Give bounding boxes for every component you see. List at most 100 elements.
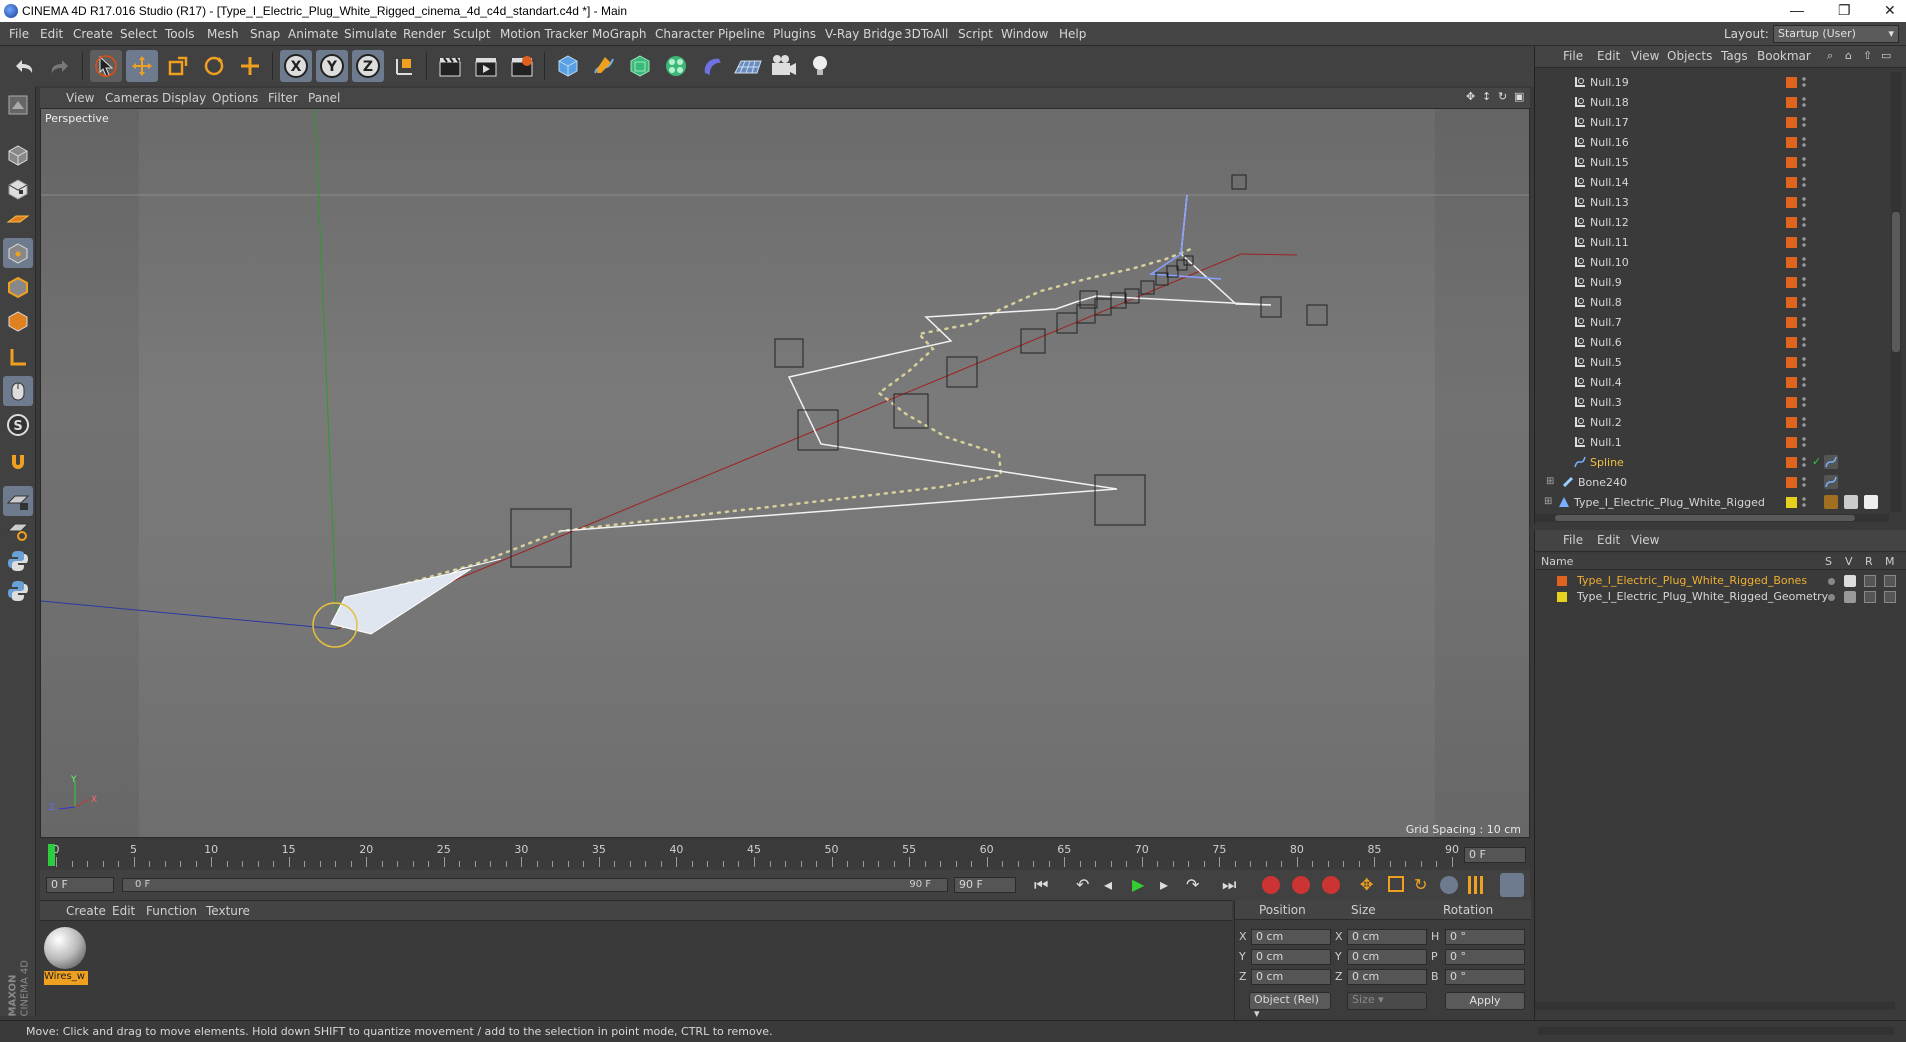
om-menu-bookmarks[interactable]: Bookmar [1757, 49, 1811, 63]
size-x-field[interactable]: 0 cm [1347, 929, 1427, 945]
menu-script[interactable]: Script [958, 27, 993, 41]
add-generator-button[interactable] [624, 50, 656, 82]
layer-color-chip[interactable] [1786, 277, 1797, 288]
visibility-dots[interactable] [1802, 476, 1806, 489]
render-toggle-icon[interactable] [1864, 575, 1876, 587]
eye-icon[interactable] [1844, 575, 1856, 587]
eye-icon[interactable] [1844, 591, 1856, 603]
object-row[interactable]: Null.5 [1540, 353, 1880, 373]
layer-color-chip[interactable] [1786, 497, 1797, 508]
vp-menu-panel[interactable]: Panel [308, 91, 340, 105]
layer-color-chip[interactable] [1786, 357, 1797, 368]
object-row[interactable]: ⊞ Bone240 [1540, 473, 1880, 493]
goto-prev-key-icon[interactable]: ↶ [1076, 875, 1089, 894]
coord-mode-select[interactable]: Object (Rel) ▾ [1249, 992, 1331, 1020]
null-handle[interactable] [774, 338, 804, 368]
rotate-view-icon[interactable]: ↻ [1498, 90, 1507, 103]
menu-snap[interactable]: Snap [250, 27, 280, 41]
layer-color-chip[interactable] [1786, 97, 1797, 108]
vp-menu-view[interactable]: View [66, 91, 94, 105]
manager-toggle-icon[interactable] [1884, 591, 1896, 603]
null-handle[interactable] [1306, 304, 1328, 326]
home-icon[interactable]: ⌂ [1845, 49, 1852, 62]
null-handle[interactable] [1020, 328, 1046, 354]
layer-color-chip[interactable] [1786, 257, 1797, 268]
layer-row[interactable]: Type_I_Electric_Plug_White_Rigged_Geomet… [1535, 590, 1906, 606]
menu-create[interactable]: Create [73, 27, 113, 41]
x-axis-lock-button[interactable]: X [280, 50, 312, 82]
layer-color-chip[interactable] [1786, 477, 1797, 488]
add-spline-button[interactable] [588, 50, 620, 82]
object-row[interactable]: Null.7 [1540, 313, 1880, 333]
menu-tools[interactable]: Tools [165, 27, 195, 41]
render-view-button[interactable] [434, 50, 466, 82]
polygons-mode-button[interactable] [3, 306, 33, 336]
layer-hscrollbar[interactable] [1535, 1002, 1895, 1010]
lock-workplane-button[interactable] [3, 486, 33, 516]
enabled-check-icon[interactable]: ✓ [1812, 455, 1821, 468]
null-handle[interactable] [1094, 474, 1146, 526]
layer-color-chip[interactable] [1786, 457, 1797, 468]
null-handle[interactable] [1140, 280, 1155, 295]
om-menu-objects[interactable]: Objects [1667, 49, 1712, 63]
zoom-view-icon[interactable]: ↕ [1482, 90, 1491, 103]
pan-view-icon[interactable]: ✥ [1466, 90, 1475, 103]
axis-mode-button[interactable] [3, 342, 33, 372]
enable-snap-button[interactable] [3, 448, 33, 478]
material-name[interactable]: Wires_w [44, 971, 88, 985]
size-mode-select[interactable]: Size ▾ [1347, 992, 1427, 1010]
visibility-dots[interactable] [1802, 436, 1806, 449]
visibility-dots[interactable] [1802, 376, 1806, 389]
size-z-field[interactable]: 0 cm [1347, 969, 1427, 985]
visibility-dots[interactable] [1802, 96, 1806, 109]
record-key-icon[interactable] [1262, 876, 1280, 894]
visibility-dots[interactable] [1802, 396, 1806, 409]
key-parameter-icon[interactable] [1440, 876, 1458, 894]
vp-menu-filter[interactable]: Filter [268, 91, 298, 105]
om-menu-file[interactable]: File [1563, 49, 1583, 63]
frame-range-slider[interactable]: 0 F 90 F [122, 878, 948, 892]
material-tag-icon[interactable] [1844, 495, 1858, 509]
goto-start-icon[interactable]: ⏮ [1034, 875, 1048, 895]
layer-color-chip[interactable] [1786, 337, 1797, 348]
visibility-dots[interactable] [1802, 316, 1806, 329]
up-arrow-icon[interactable]: ⇧ [1863, 49, 1872, 62]
menu-render[interactable]: Render [403, 27, 446, 41]
scale-tool-button[interactable] [162, 50, 194, 82]
object-row[interactable]: Null.13 [1540, 193, 1880, 213]
step-back-icon[interactable]: ◂ [1104, 875, 1112, 894]
transform-tool-button[interactable] [234, 50, 266, 82]
object-row[interactable]: Null.16 [1540, 133, 1880, 153]
coordinate-system-button[interactable] [388, 50, 420, 82]
vp-menu-display[interactable]: Display [162, 91, 206, 105]
menu-help[interactable]: Help [1059, 27, 1086, 41]
visibility-dots[interactable] [1802, 496, 1806, 509]
search-icon[interactable]: ⌕ [1827, 49, 1833, 63]
visibility-dots[interactable] [1802, 356, 1806, 369]
material-swatch[interactable]: Wires_w [44, 927, 88, 985]
current-frame-field[interactable]: 0 F [1464, 847, 1526, 863]
timeline-ruler[interactable]: 0 5 10 15 20 25 30 35 40 45 50 55 60 65 70 75 80 85 90 0 F [40, 840, 1530, 870]
menu-edit[interactable]: Edit [40, 27, 63, 41]
layer-color-chip[interactable] [1786, 137, 1797, 148]
visibility-dots[interactable] [1802, 276, 1806, 289]
key-pla-icon[interactable] [1468, 876, 1486, 894]
y-axis-lock-button[interactable]: Y [316, 50, 348, 82]
tweak-mode-button[interactable] [3, 376, 33, 406]
mat-menu-edit[interactable]: Edit [112, 904, 135, 918]
manager-toggle-icon[interactable] [1884, 575, 1896, 587]
snap-toggle-button[interactable]: S [3, 410, 33, 440]
pos-y-field[interactable]: 0 cm [1251, 949, 1331, 965]
visibility-dots[interactable] [1802, 216, 1806, 229]
object-row[interactable]: Null.4 [1540, 373, 1880, 393]
visibility-dots[interactable] [1802, 196, 1806, 209]
plug-geometry[interactable] [330, 568, 472, 635]
menu-motion-tracker[interactable]: Motion Tracker [500, 27, 588, 41]
goto-end-icon[interactable]: ⏭ [1222, 875, 1236, 895]
autokey-icon[interactable] [1292, 876, 1310, 894]
layer-color-chip[interactable] [1786, 77, 1797, 88]
mat-menu-function[interactable]: Function [146, 904, 197, 918]
add-light-button[interactable] [804, 50, 836, 82]
layer-color-chip[interactable] [1786, 217, 1797, 228]
object-row[interactable]: Null.17 [1540, 113, 1880, 133]
